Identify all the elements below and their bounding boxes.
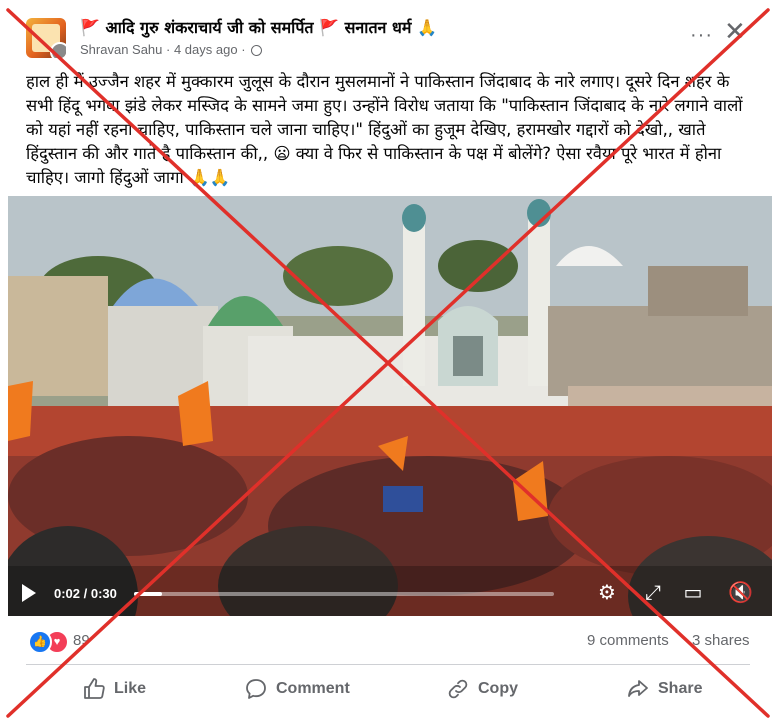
actions-divider <box>26 664 750 665</box>
facebook-post-card: 🚩 आदि गुरु शंकराचार्य जी को समर्पित 🚩 सन… <box>0 0 775 723</box>
fullscreen-icon[interactable]: ⤢ <box>642 582 664 604</box>
copy-button[interactable]: Copy <box>446 674 518 704</box>
post-text: हाल ही में उज्जैन शहर में मुक्कारम जुलूस… <box>26 72 743 187</box>
post-meta: Shravan Sahu · 4 days ago · <box>80 42 263 57</box>
pip-icon[interactable]: ▭ <box>682 582 704 604</box>
page-name-link[interactable]: 🚩 आदि गुरु शंकराचार्य जी को समर्पित 🚩 सन… <box>80 16 437 38</box>
share-arrow-icon <box>628 680 648 697</box>
post-header: 🚩 आदि गुरु शंकराचार्य जी को समर्पित 🚩 सन… <box>0 10 775 64</box>
meta-separator: · <box>162 42 174 57</box>
globe-icon <box>251 45 263 56</box>
comments-count-link[interactable]: 9 comments <box>587 632 669 649</box>
thumbs-up-icon <box>84 678 105 699</box>
reaction-count[interactable]: 89 <box>73 632 90 649</box>
copy-label: Copy <box>478 680 518 697</box>
post-stats: 👍 ♥ 89 9 comments 3 shares <box>0 624 775 658</box>
author-name-link[interactable]: Shravan Sahu <box>80 42 162 57</box>
like-label: Like <box>114 680 147 697</box>
share-label: Share <box>658 680 703 697</box>
video-frame <box>8 196 772 616</box>
video-progress-fill <box>134 592 162 596</box>
video-progress-bar[interactable] <box>134 592 554 596</box>
video-controls: 0:02 / 0:30 ⚙ ⤢ ▭ 🔇 <box>8 570 772 616</box>
like-reaction-icon[interactable]: 👍 <box>28 630 52 654</box>
page-avatar[interactable] <box>26 18 66 58</box>
shares-count-link[interactable]: 3 shares <box>692 632 750 649</box>
mute-icon[interactable]: 🔇 <box>728 582 753 604</box>
close-icon[interactable]: ✕ <box>724 16 746 47</box>
like-button[interactable]: Like <box>82 674 146 704</box>
meta-separator-2: · <box>237 42 250 57</box>
settings-icon[interactable]: ⚙ <box>596 582 618 604</box>
video-player[interactable]: 0:02 / 0:30 ⚙ ⤢ ▭ 🔇 <box>8 196 772 616</box>
play-icon[interactable] <box>22 584 36 602</box>
comment-button[interactable]: Comment <box>244 674 350 704</box>
link-icon <box>448 679 468 699</box>
comment-icon <box>246 679 266 699</box>
share-button[interactable]: Share <box>626 674 702 704</box>
more-options-icon[interactable]: ··· <box>690 24 713 47</box>
comment-label: Comment <box>276 680 350 697</box>
author-avatar[interactable] <box>50 42 66 58</box>
post-actions-bar: Like Comment Copy Share <box>0 670 775 708</box>
video-time: 0:02 / 0:30 <box>54 586 117 601</box>
post-timestamp[interactable]: 4 days ago <box>174 42 238 57</box>
